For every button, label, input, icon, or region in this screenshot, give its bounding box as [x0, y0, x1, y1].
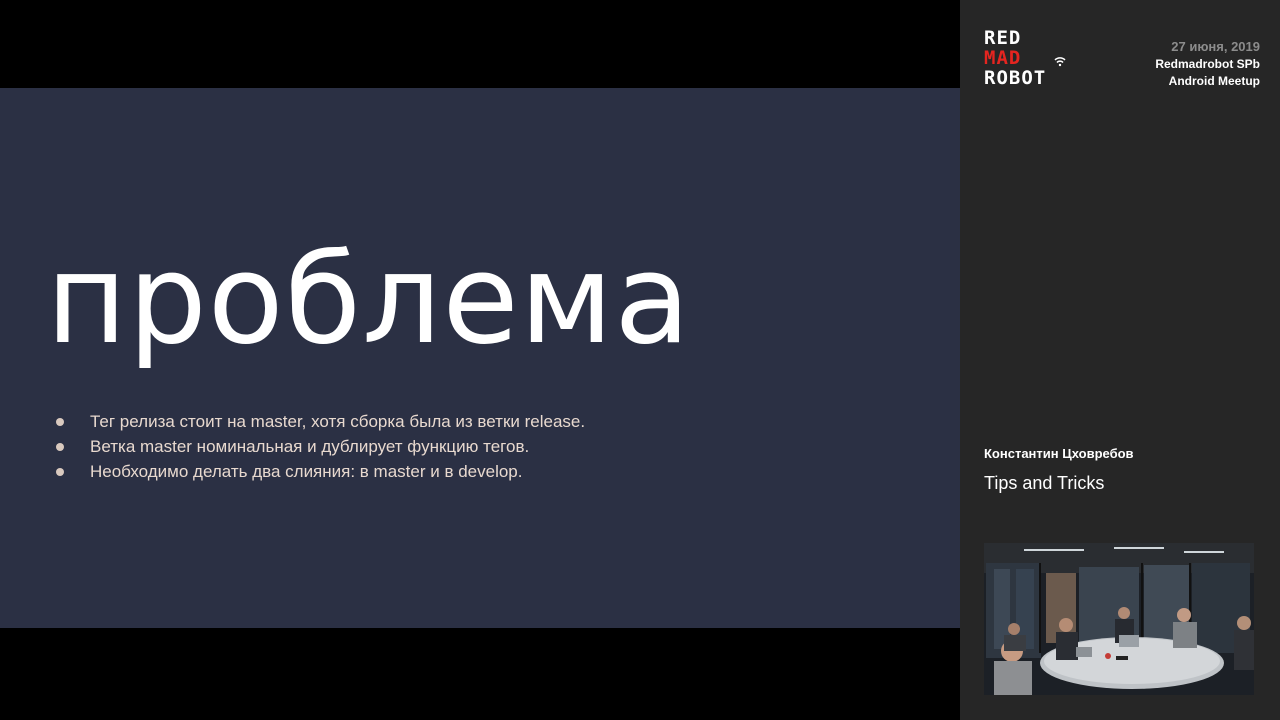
bullet-dot-icon: [56, 443, 64, 451]
event-name-line2: Android Meetup: [1168, 74, 1260, 88]
speaker-name: Константин Цховребов: [984, 446, 1134, 461]
bullet-item: Ветка master номинальная и дублирует фун…: [56, 434, 585, 459]
bullet-dot-icon: [56, 468, 64, 476]
event-meta: 27 июня, 2019 Redmadrobot SPb Android Me…: [1155, 38, 1260, 90]
event-date: 27 июня, 2019: [1171, 39, 1260, 54]
slide-stage: проблема Тег релиза стоит на master, хот…: [0, 0, 960, 720]
side-panel: RED MAD ROBOT 27 июня, 2019 Redmadrobot …: [960, 0, 1280, 720]
slide-title: проблема: [46, 228, 692, 372]
camera-video-feed: [984, 543, 1254, 695]
bullet-list: Тег релиза стоит на master, хотя сборка …: [56, 409, 585, 484]
wifi-icon: [1054, 57, 1066, 67]
bullet-item: Тег релиза стоит на master, хотя сборка …: [56, 409, 585, 434]
presentation-slide: проблема Тег релиза стоит на master, хот…: [0, 88, 960, 628]
audience-photo: [984, 543, 1254, 695]
event-name-line1: Redmadrobot SPb: [1155, 57, 1260, 71]
talk-title: Tips and Tricks: [984, 473, 1105, 493]
bullet-dot-icon: [56, 418, 64, 426]
redmadrobot-logo: RED MAD ROBOT: [984, 28, 1066, 90]
bullet-item: Необходимо делать два слияния: в master …: [56, 459, 585, 484]
